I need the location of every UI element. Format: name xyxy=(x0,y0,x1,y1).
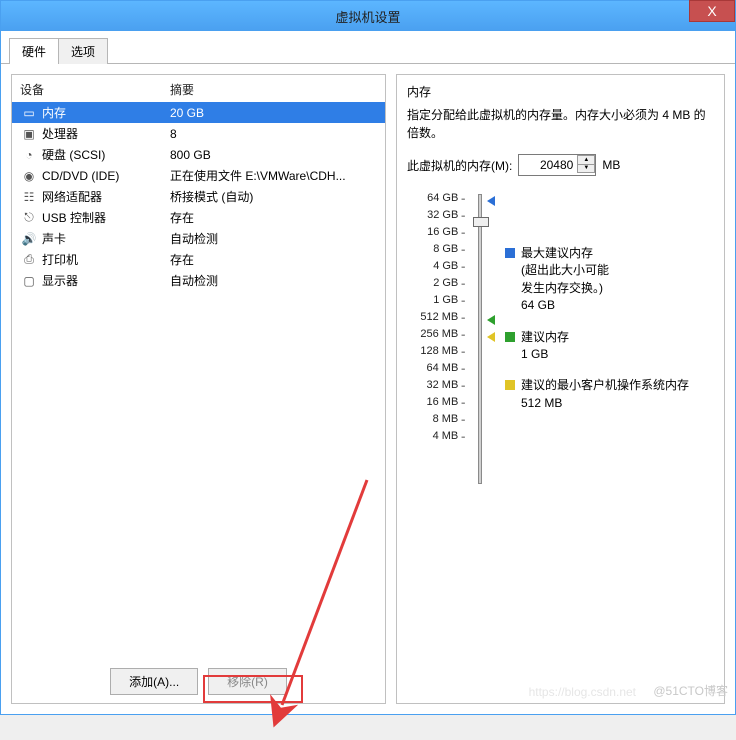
memory-slider[interactable] xyxy=(465,190,495,484)
hdd-icon: ◔ xyxy=(20,148,38,162)
add-button[interactable]: 添加(A)... xyxy=(110,668,198,695)
tick-label: 1 GB ˗ xyxy=(407,292,465,309)
legend-min-l1: 建议的最小客户机操作系统内存 xyxy=(521,377,689,394)
vm-settings-window: 虚拟机设置 X 硬件 选项 设备 摘要 ▭内存20 GB▣处理器8◔硬盘 (SC… xyxy=(0,0,736,715)
device-name: 网络适配器 xyxy=(42,188,170,205)
legend-max: 最大建议内存 (超出此大小可能 发生内存交换。) 64 GB xyxy=(505,245,689,315)
device-summary: 自动检测 xyxy=(170,230,377,247)
legend-rec: 建议内存 1 GB xyxy=(505,329,689,364)
tick-label: 64 MB ˗ xyxy=(407,360,465,377)
cd-icon: ◉ xyxy=(20,169,38,183)
hardware-row[interactable]: ▭ 内存20 GB xyxy=(12,102,385,123)
tick-label: 256 MB ˗ xyxy=(407,326,465,343)
memory-label: 此虚拟机的内存(M): xyxy=(407,157,512,174)
tick-label: 8 GB ˗ xyxy=(407,241,465,258)
memory-icon: ▭ xyxy=(20,106,38,120)
device-summary: 桥接模式 (自动) xyxy=(170,188,377,205)
memory-ticks: 64 GB ˗32 GB ˗16 GB ˗8 GB ˗4 GB ˗2 GB ˗1… xyxy=(407,190,465,484)
col-device: 设备 xyxy=(20,81,170,98)
hardware-row[interactable]: ⎋ USB 控制器存在 xyxy=(12,207,385,228)
hardware-row[interactable]: ⎙ 打印机存在 xyxy=(12,249,385,270)
tab-options[interactable]: 选项 xyxy=(58,38,108,64)
tick-label: 8 MB ˗ xyxy=(407,411,465,428)
device-name: USB 控制器 xyxy=(42,209,170,226)
display-icon: ▢ xyxy=(20,274,38,288)
printer-icon: ⎙ xyxy=(20,252,38,267)
memory-unit: MB xyxy=(602,158,620,172)
col-summary: 摘要 xyxy=(170,81,377,98)
title-bar: 虚拟机设置 X xyxy=(1,1,735,31)
legend-min: 建议的最小客户机操作系统内存 512 MB xyxy=(505,377,689,412)
tab-strip: 硬件 选项 xyxy=(1,31,735,64)
sound-icon: 🔊 xyxy=(20,232,38,246)
legend-min-val: 512 MB xyxy=(521,395,689,412)
tick-label: 128 MB ˗ xyxy=(407,343,465,360)
memory-spinner[interactable]: ▲▼ xyxy=(577,155,595,173)
device-summary: 存在 xyxy=(170,251,377,268)
square-yellow-icon xyxy=(505,380,515,390)
hardware-row[interactable]: ◉ CD/DVD (IDE)正在使用文件 E:\VMWare\CDH... xyxy=(12,165,385,186)
legend-max-l2: (超出此大小可能 xyxy=(521,262,609,279)
device-name: 处理器 xyxy=(42,125,170,142)
device-summary: 20 GB xyxy=(170,106,377,120)
legend-max-l3: 发生内存交换。) xyxy=(521,280,609,297)
legend-max-val: 64 GB xyxy=(521,297,609,314)
device-summary: 存在 xyxy=(170,209,377,226)
close-button[interactable]: X xyxy=(689,0,735,22)
hardware-panel: 设备 摘要 ▭ 内存20 GB ▣ 处理器8 ◔ 硬盘 (SCSI)800 GB ◉ CD/D… xyxy=(11,74,386,704)
tick-label: 64 GB ˗ xyxy=(407,190,465,207)
hardware-row[interactable]: ☷ 网络适配器桥接模式 (自动) xyxy=(12,186,385,207)
tick-label: 16 MB ˗ xyxy=(407,394,465,411)
memory-desc: 指定分配给此虚拟机的内存量。内存大小必须为 4 MB 的倍数。 xyxy=(407,106,714,142)
memory-title: 内存 xyxy=(407,83,714,100)
device-name: 内存 xyxy=(42,104,170,121)
hardware-row[interactable]: 🔊 声卡自动检测 xyxy=(12,228,385,249)
tick-label: 32 GB ˗ xyxy=(407,207,465,224)
device-summary: 8 xyxy=(170,127,377,141)
device-summary: 正在使用文件 E:\VMWare\CDH... xyxy=(170,167,377,184)
device-summary: 自动检测 xyxy=(170,272,377,289)
device-name: CD/DVD (IDE) xyxy=(42,169,170,183)
memory-panel: 内存 指定分配给此虚拟机的内存量。内存大小必须为 4 MB 的倍数。 此虚拟机的… xyxy=(396,74,725,704)
rec-marker-icon xyxy=(487,315,495,325)
legend-rec-val: 1 GB xyxy=(521,346,569,363)
hardware-row[interactable]: ▣ 处理器8 xyxy=(12,123,385,144)
usb-icon: ⎋ xyxy=(20,210,38,225)
legend-max-l1: 最大建议内存 xyxy=(521,245,609,262)
tick-label: 32 MB ˗ xyxy=(407,377,465,394)
window-title: 虚拟机设置 xyxy=(1,7,735,26)
tick-label: 4 MB ˗ xyxy=(407,428,465,445)
hardware-list-header: 设备 摘要 xyxy=(12,75,385,102)
min-marker-icon xyxy=(487,332,495,342)
remove-button: 移除(R) xyxy=(208,668,287,695)
device-summary: 800 GB xyxy=(170,148,377,162)
tick-label: 16 GB ˗ xyxy=(407,224,465,241)
device-name: 显示器 xyxy=(42,272,170,289)
tick-label: 2 GB ˗ xyxy=(407,275,465,292)
hardware-row[interactable]: ▢ 显示器自动检测 xyxy=(12,270,385,291)
max-marker-icon xyxy=(487,196,495,206)
device-name: 打印机 xyxy=(42,251,170,268)
slider-thumb[interactable] xyxy=(473,217,489,227)
tick-label: 4 GB ˗ xyxy=(407,258,465,275)
device-name: 硬盘 (SCSI) xyxy=(42,146,170,163)
legend-rec-l1: 建议内存 xyxy=(521,329,569,346)
watermark-csdn: https://blog.csdn.net xyxy=(529,685,636,699)
device-name: 声卡 xyxy=(42,230,170,247)
cpu-icon: ▣ xyxy=(20,127,38,141)
memory-legend: 最大建议内存 (超出此大小可能 发生内存交换。) 64 GB 建议内存 1 GB xyxy=(505,190,689,484)
tab-hardware[interactable]: 硬件 xyxy=(9,38,59,64)
watermark-51cto: @51CTO博客 xyxy=(653,682,728,699)
square-blue-icon xyxy=(505,248,515,258)
square-green-icon xyxy=(505,332,515,342)
hardware-row[interactable]: ◔ 硬盘 (SCSI)800 GB xyxy=(12,144,385,165)
nic-icon: ☷ xyxy=(20,190,38,204)
hardware-list: ▭ 内存20 GB ▣ 处理器8 ◔ 硬盘 (SCSI)800 GB ◉ CD/DVD (ID… xyxy=(12,102,385,291)
tick-label: 512 MB ˗ xyxy=(407,309,465,326)
